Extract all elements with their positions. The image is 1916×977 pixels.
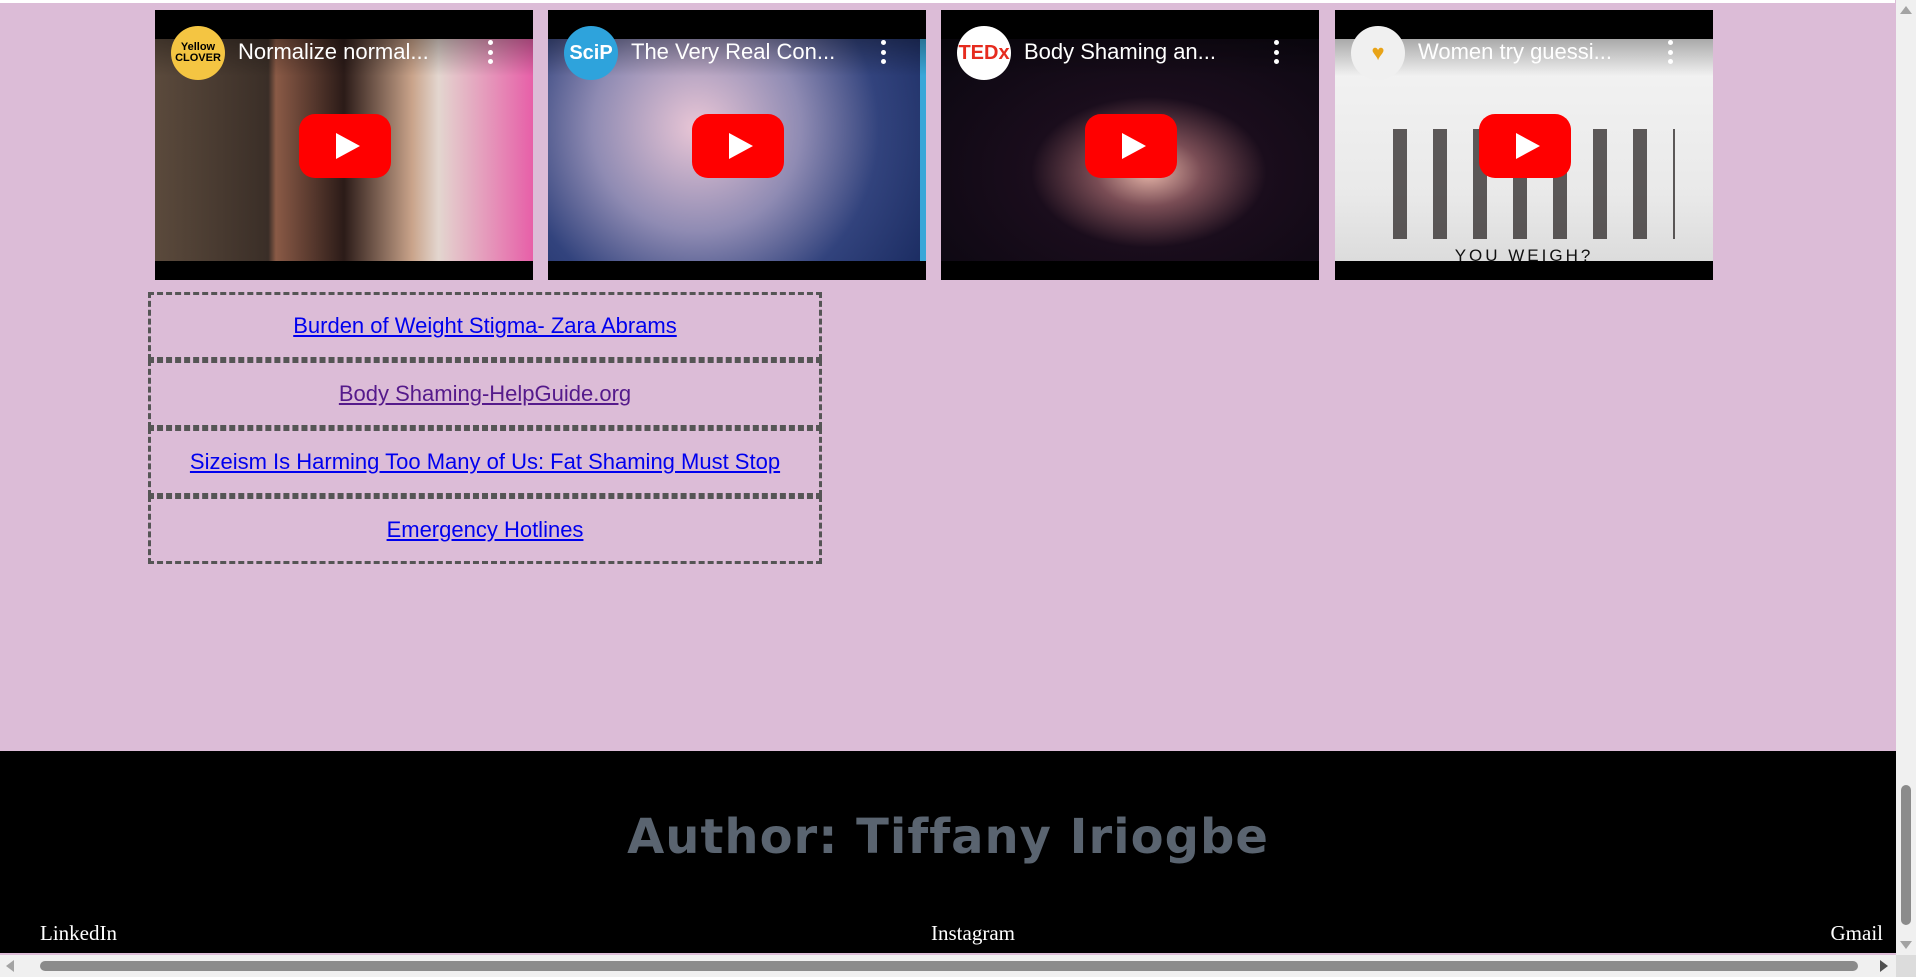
link-box: Emergency Hotlines	[148, 496, 822, 564]
scroll-up-icon[interactable]	[1900, 6, 1912, 14]
link-helpguide[interactable]: Body Shaming-HelpGuide.org	[339, 381, 631, 407]
more-options-icon[interactable]	[487, 40, 493, 64]
horizontal-scrollbar[interactable]	[0, 955, 1916, 977]
video-embed-body-shaming[interactable]: TEDx Body Shaming an...	[941, 10, 1319, 280]
link-sizeism[interactable]: Sizeism Is Harming Too Many of Us: Fat S…	[190, 449, 780, 475]
channel-avatar[interactable]: ♥	[1351, 26, 1405, 80]
video-title[interactable]: The Very Real Con...	[631, 39, 871, 65]
horizontal-scroll-thumb[interactable]	[40, 961, 1858, 971]
youtube-play-icon[interactable]	[1085, 114, 1177, 178]
link-emergency-hotlines[interactable]: Emergency Hotlines	[387, 517, 584, 543]
video-embed-very-real[interactable]: SciP The Very Real Con...	[548, 10, 926, 280]
more-options-icon[interactable]	[1273, 40, 1279, 64]
more-options-icon[interactable]	[1667, 40, 1673, 64]
video-title[interactable]: Body Shaming an...	[1024, 39, 1264, 65]
video-title[interactable]: Normalize normal...	[238, 39, 478, 65]
resource-links: Burden of Weight Stigma- Zara Abrams Bod…	[148, 292, 822, 564]
link-box: Sizeism Is Harming Too Many of Us: Fat S…	[148, 428, 822, 496]
scroll-left-icon[interactable]	[6, 960, 14, 972]
youtube-play-icon[interactable]	[299, 114, 391, 178]
video-embed-normalize[interactable]: Yellow CLOVER Normalize normal...	[155, 10, 533, 280]
footer: Author: Tiffany Iriogbe LinkedIn Instagr…	[0, 751, 1896, 953]
vertical-scrollbar[interactable]	[1896, 0, 1916, 955]
video-title[interactable]: Women try guessi...	[1418, 39, 1658, 65]
scroll-right-icon[interactable]	[1880, 960, 1888, 972]
scrollbar-corner	[1896, 955, 1916, 977]
more-options-icon[interactable]	[880, 40, 886, 64]
vertical-scroll-thumb[interactable]	[1901, 785, 1911, 925]
footer-link-gmail[interactable]: Gmail	[1831, 921, 1884, 946]
link-weight-stigma[interactable]: Burden of Weight Stigma- Zara Abrams	[293, 313, 677, 339]
channel-avatar[interactable]: TEDx	[957, 26, 1011, 80]
youtube-play-icon[interactable]	[1479, 114, 1571, 178]
author-heading: Author: Tiffany Iriogbe	[627, 809, 1269, 865]
thumbnail-caption: YOU WEIGH?	[1454, 246, 1594, 265]
link-box: Body Shaming-HelpGuide.org	[148, 360, 822, 428]
footer-link-linkedin[interactable]: LinkedIn	[40, 921, 117, 946]
footer-link-instagram[interactable]: Instagram	[931, 921, 1015, 946]
channel-avatar[interactable]: Yellow CLOVER	[171, 26, 225, 80]
channel-avatar[interactable]: SciP	[564, 26, 618, 80]
link-box: Burden of Weight Stigma- Zara Abrams	[148, 292, 822, 360]
scroll-down-icon[interactable]	[1900, 941, 1912, 949]
video-embed-women-try[interactable]: YOU WEIGH? ♥ Women try guessi...	[1335, 10, 1713, 280]
top-border	[0, 0, 1895, 3]
youtube-play-icon[interactable]	[692, 114, 784, 178]
